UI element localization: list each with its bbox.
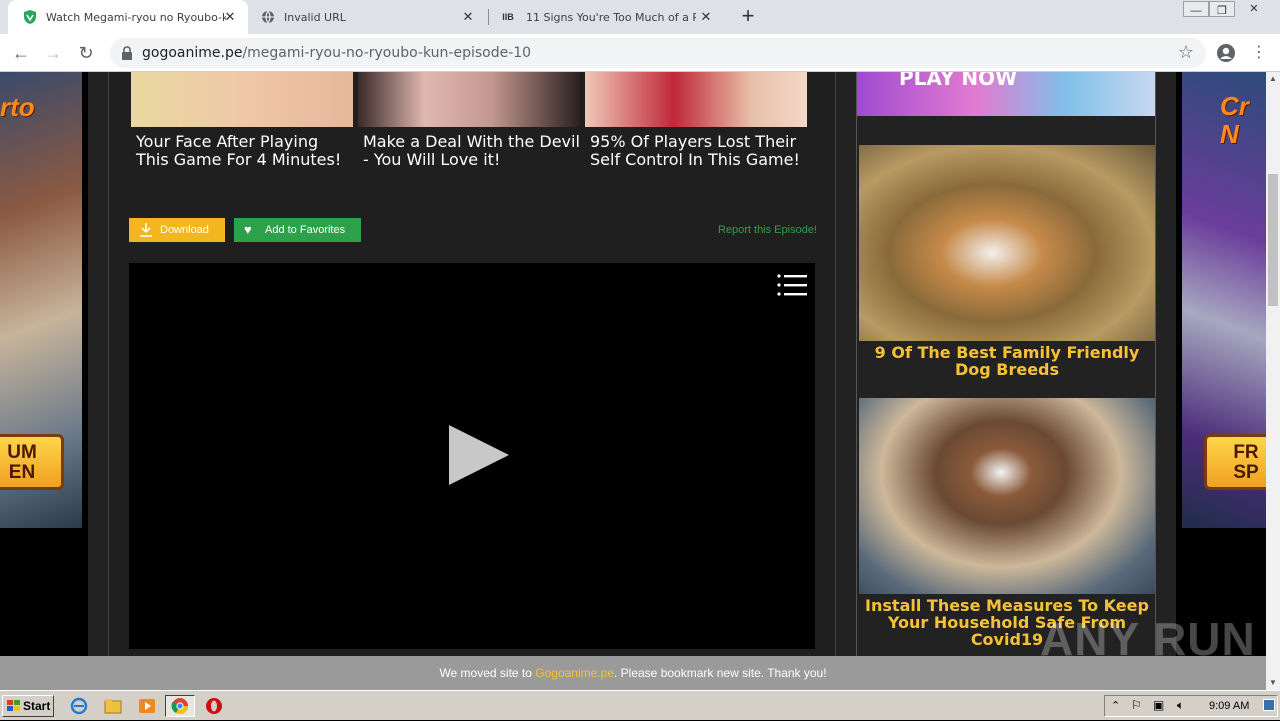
system-tray: ⌃ ⚐ ▣ 🔈︎ 9:09 AM bbox=[1104, 695, 1278, 717]
favorites-label: Add to Favorites bbox=[265, 224, 346, 236]
tab-title: 11 Signs You're Too Much of a Perfe bbox=[526, 10, 696, 24]
sponsored-ad-row: Your Face After Playing This Game For 4 … bbox=[131, 72, 809, 182]
back-arrow-icon[interactable]: ← bbox=[8, 40, 34, 66]
ad-card[interactable]: Your Face After Playing This Game For 4 … bbox=[131, 72, 353, 169]
tab-watch-megami[interactable]: Watch Megami-ryou no Ryoubo-kun ✕ bbox=[8, 0, 248, 34]
url-host: gogoanime.pe bbox=[142, 45, 243, 61]
page-scrollbar[interactable]: ▲ ▼ bbox=[1266, 72, 1280, 690]
media-player-icon[interactable] bbox=[138, 697, 156, 715]
ad-caption: Make a Deal With the Devil - You Will Lo… bbox=[363, 132, 580, 169]
minimize-button[interactable]: — bbox=[1183, 1, 1209, 17]
video-player[interactable] bbox=[129, 263, 815, 649]
tray-expand-icon[interactable]: ⌃ bbox=[1111, 699, 1120, 712]
bookmark-star-icon[interactable]: ☆ bbox=[1178, 42, 1194, 63]
main-column: Your Face After Playing This Game For 4 … bbox=[108, 72, 836, 656]
tab-strip: Watch Megami-ryou no Ryoubo-kun ✕ Invali… bbox=[0, 0, 1280, 34]
banner-text-after: . Please bookmark new site. Thank you! bbox=[614, 666, 827, 680]
sidebar-ad-card[interactable]: 9 Of The Best Family Friendly Dog Breeds bbox=[859, 145, 1155, 378]
restore-button[interactable]: ❐ bbox=[1209, 1, 1235, 17]
start-button[interactable]: Start bbox=[2, 695, 54, 717]
tab-close-icon[interactable]: ✕ bbox=[698, 9, 714, 25]
reload-icon[interactable]: ↻ bbox=[73, 40, 99, 66]
ad-card[interactable]: Make a Deal With the Devil - You Will Lo… bbox=[358, 72, 580, 169]
tab-title: Watch Megami-ryou no Ryoubo-kun bbox=[46, 10, 226, 24]
gogoanime-shield-icon bbox=[22, 9, 38, 25]
globe-icon bbox=[260, 9, 276, 25]
action-center-flag-icon[interactable]: ⚐ bbox=[1131, 698, 1142, 712]
tray-clock[interactable]: 9:09 AM bbox=[1209, 700, 1249, 712]
right-side-ad[interactable]: Cr N FR SP bbox=[1182, 72, 1266, 528]
masked-woman-photo bbox=[859, 398, 1155, 594]
left-side-ad[interactable]: rto UM EN bbox=[0, 72, 82, 528]
lock-icon bbox=[122, 46, 132, 60]
left-ad-button[interactable]: UM EN bbox=[0, 434, 64, 490]
scroll-down-arrow-icon[interactable]: ▼ bbox=[1266, 676, 1280, 690]
right-ad-button[interactable]: FR SP bbox=[1204, 434, 1266, 490]
dog-photo bbox=[859, 145, 1155, 341]
address-bar[interactable]: gogoanime.pe/megami-ryou-no-ryoubo-kun-e… bbox=[110, 38, 1206, 68]
ilb-logo-icon: IIB bbox=[502, 12, 514, 22]
tab-close-icon[interactable]: ✕ bbox=[222, 9, 238, 25]
profile-avatar-icon[interactable] bbox=[1213, 40, 1239, 66]
download-button[interactable]: Download bbox=[129, 218, 225, 242]
report-episode-link[interactable]: Report this Episode! bbox=[718, 224, 817, 236]
tab-invalid-url[interactable]: Invalid URL ✕ bbox=[246, 0, 486, 34]
banner-text-before: We moved site to bbox=[439, 666, 536, 680]
anyrun-watermark: ANY RUN bbox=[1040, 613, 1256, 665]
tab-11-signs[interactable]: IIB 11 Signs You're Too Much of a Perfe … bbox=[484, 0, 724, 34]
tab-close-icon[interactable]: ✕ bbox=[460, 9, 476, 25]
internet-explorer-icon[interactable] bbox=[70, 697, 88, 715]
download-label: Download bbox=[160, 224, 209, 236]
windows-flag-icon bbox=[7, 700, 20, 711]
sidebar-ad-caption: 9 Of The Best Family Friendly Dog Breeds bbox=[874, 343, 1140, 379]
ad-card[interactable]: 95% Of Players Lost Their Self Control I… bbox=[585, 72, 807, 169]
add-to-favorites-button[interactable]: ♥ Add to Favorites bbox=[234, 218, 361, 242]
play-icon[interactable] bbox=[449, 425, 509, 485]
content-area: Your Face After Playing This Game For 4 … bbox=[88, 72, 1176, 656]
start-label: Start bbox=[23, 699, 51, 713]
folder-icon[interactable] bbox=[104, 697, 122, 715]
ad-caption: Your Face After Playing This Game For 4 … bbox=[136, 132, 342, 169]
network-icon[interactable]: ▣ bbox=[1153, 698, 1164, 712]
opera-icon[interactable] bbox=[205, 697, 223, 715]
right-ad-brand: Cr N bbox=[1220, 91, 1249, 149]
ad-thumbnail bbox=[358, 72, 580, 127]
volume-icon[interactable]: 🔈︎ bbox=[1177, 698, 1184, 713]
sidebar-ad-card[interactable]: Install These Measures To Keep Your Hous… bbox=[859, 398, 1155, 648]
address-url: gogoanime.pe/megami-ryou-no-ryoubo-kun-e… bbox=[142, 45, 531, 61]
banner-text: We moved site to Gogoanime.pe. Please bo… bbox=[0, 666, 1266, 680]
chrome-icon bbox=[171, 698, 189, 715]
tab-title: Invalid URL bbox=[284, 10, 346, 24]
episode-actions: Download ♥ Add to Favorites Report this … bbox=[129, 218, 817, 244]
left-ad-brand: rto bbox=[0, 92, 35, 122]
browser-toolbar: ← → ↻ gogoanime.pe/megami-ryou-no-ryoubo… bbox=[0, 34, 1280, 72]
heart-icon: ♥ bbox=[244, 222, 252, 237]
download-icon bbox=[140, 223, 152, 237]
close-window-button[interactable]: ✕ bbox=[1238, 0, 1270, 18]
ad-thumbnail bbox=[585, 72, 807, 127]
forward-arrow-icon[interactable]: → bbox=[40, 40, 66, 66]
ad-caption: 95% Of Players Lost Their Self Control I… bbox=[590, 132, 800, 169]
sidebar-top-ad[interactable]: PLAY NOW bbox=[857, 72, 1155, 116]
play-now-text: PLAY NOW bbox=[899, 72, 1018, 90]
show-desktop-icon[interactable] bbox=[1263, 699, 1275, 711]
banner-site-link[interactable]: Gogoanime.pe bbox=[535, 666, 614, 680]
sidebar: PLAY NOW 9 Of The Best Family Friendly D… bbox=[856, 72, 1156, 656]
new-tab-button[interactable]: + bbox=[736, 5, 760, 29]
more-menu-icon[interactable]: ⋮ bbox=[1246, 40, 1272, 66]
ad-thumbnail bbox=[131, 72, 353, 127]
windows-taskbar: Start ⌃ ⚐ ▣ 🔈︎ 9:09 AM bbox=[0, 690, 1280, 720]
scroll-up-arrow-icon[interactable]: ▲ bbox=[1266, 72, 1280, 86]
chrome-taskbar-button[interactable] bbox=[165, 695, 195, 717]
playlist-menu-icon[interactable] bbox=[777, 273, 807, 297]
web-page: rto UM EN Your Face After Playing This G… bbox=[0, 72, 1266, 656]
url-path: /megami-ryou-no-ryoubo-kun-episode-10 bbox=[242, 45, 532, 61]
scrollbar-thumb[interactable] bbox=[1268, 174, 1278, 306]
